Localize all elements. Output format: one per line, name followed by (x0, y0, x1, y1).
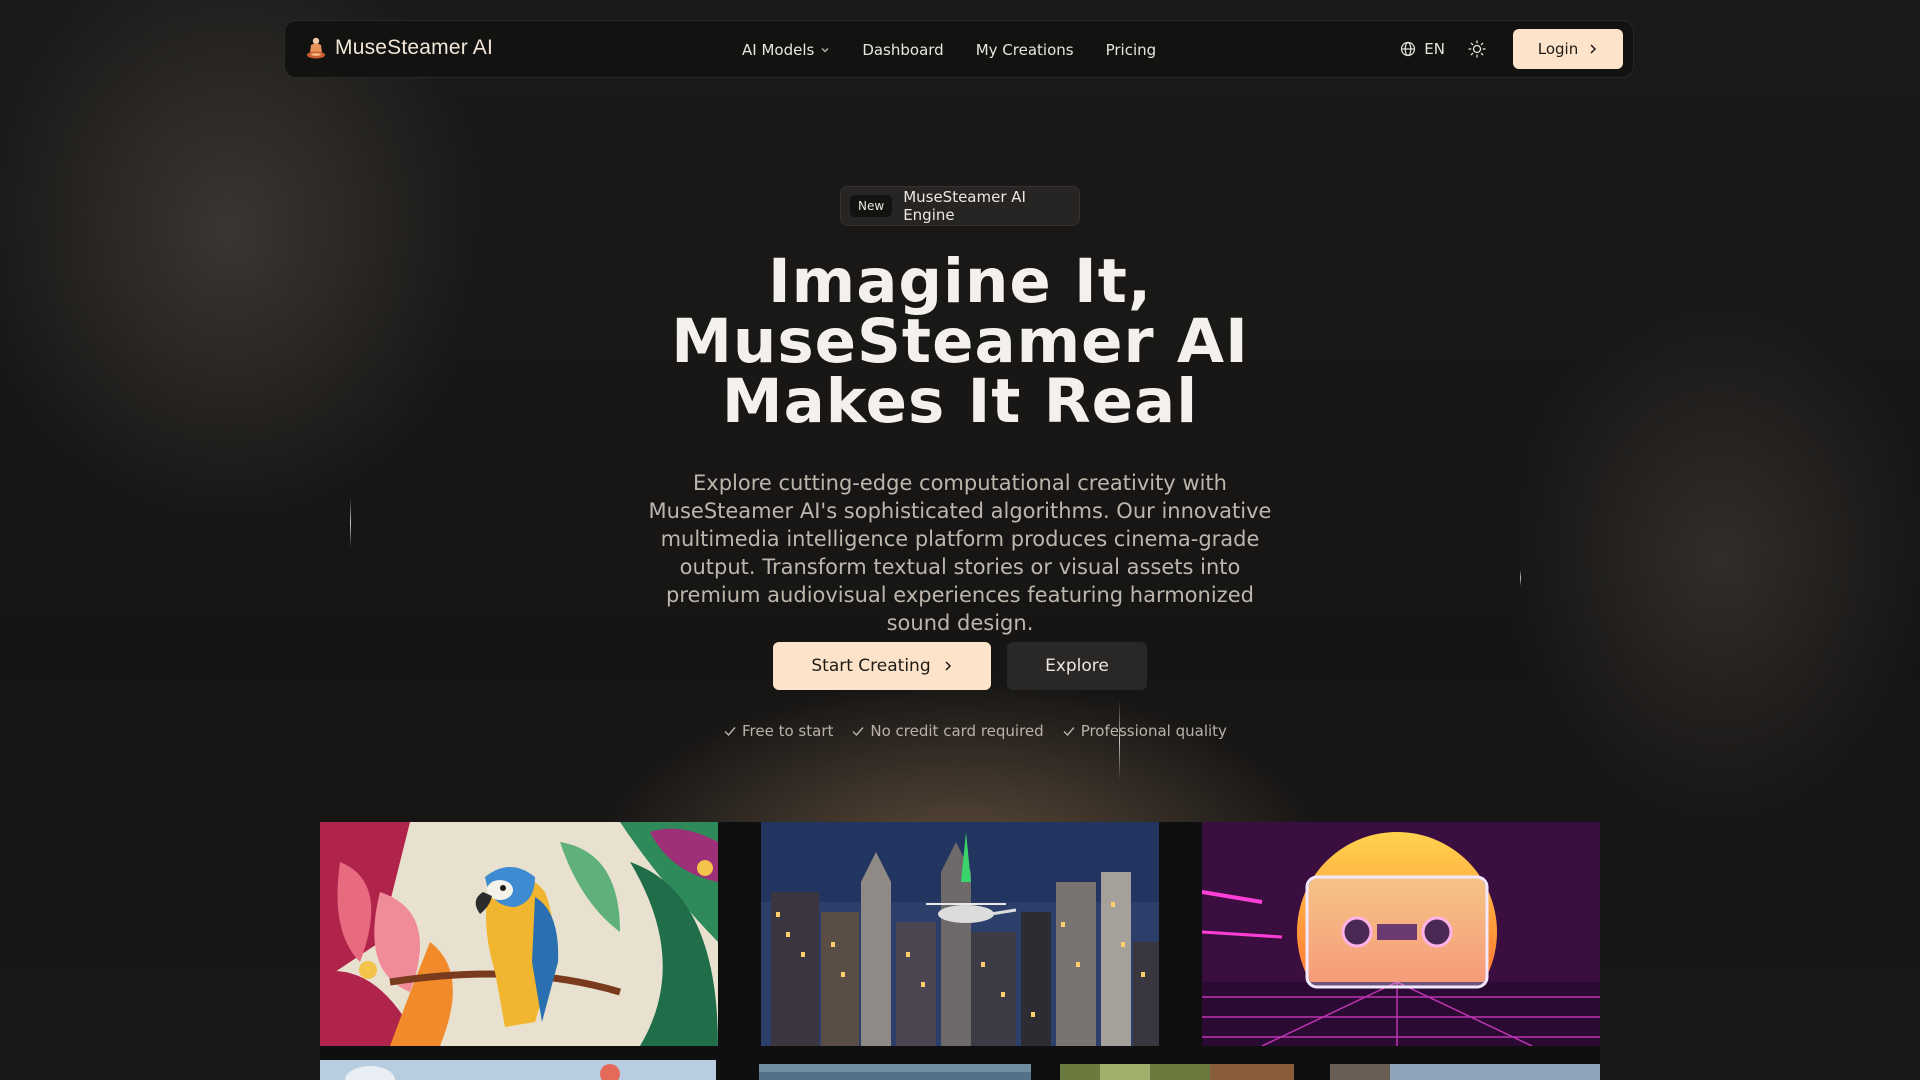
headline-line: MuseSteamer AI (671, 306, 1249, 377)
feature-label: No credit card required (870, 722, 1044, 740)
nav-dashboard-label: Dashboard (862, 41, 944, 59)
lake-scene-image (759, 1064, 1031, 1080)
feature-label: Free to start (742, 722, 834, 740)
start-creating-button[interactable]: Start Creating (773, 642, 991, 690)
globe-icon (1401, 41, 1416, 57)
chevron-right-icon (1590, 44, 1597, 54)
decorative-line (350, 498, 351, 548)
nav-pricing-label: Pricing (1105, 41, 1157, 59)
check-icon (852, 727, 864, 737)
chevron-down-icon (821, 48, 829, 53)
top-navbar: MuseSteamer AI AI Models Dashboard My Cr… (284, 20, 1634, 78)
gallery-tile-parrot[interactable] (320, 822, 718, 1046)
language-label: EN (1424, 40, 1445, 58)
login-label: Login (1537, 40, 1579, 58)
nav-my-creations-label: My Creations (975, 41, 1074, 59)
nav-actions: EN Login (1400, 29, 1623, 69)
headline-line: Imagine It, (767, 246, 1153, 317)
parrot-illustration-image (320, 822, 718, 1046)
city-skyline-image (761, 822, 1159, 1046)
gallery-tile-cassette[interactable] (1202, 822, 1600, 1046)
feature-item: No credit card required (851, 722, 1044, 740)
gallery-tile-city[interactable] (761, 822, 1159, 1046)
brand-name: MuseSteamer AI (335, 36, 494, 59)
sky-scene-image (320, 1060, 716, 1080)
decorative-line (1119, 700, 1120, 780)
start-creating-label: Start Creating (811, 656, 931, 676)
feature-item: Free to start (723, 722, 833, 740)
hero-headline: Imagine It, MuseSteamer AI Makes It Real (460, 246, 1460, 437)
announcement-badge[interactable]: New MuseSteamer AI Engine (840, 186, 1080, 226)
nav-my-creations[interactable]: My Creations (976, 41, 1074, 59)
explore-label: Explore (1045, 656, 1109, 676)
nav-dashboard[interactable]: Dashboard (862, 41, 943, 59)
badge-text: MuseSteamer AI Engine (903, 188, 1026, 224)
login-button[interactable]: Login (1513, 29, 1623, 69)
check-icon (724, 727, 736, 737)
chevron-right-icon (945, 661, 951, 671)
showcase-gallery (320, 822, 1600, 1080)
decorative-line (1520, 570, 1521, 586)
logo-icon (307, 37, 325, 59)
headline-line: Makes It Real (721, 366, 1199, 437)
explore-button[interactable]: Explore (1007, 642, 1147, 690)
sun-icon[interactable] (1467, 39, 1487, 59)
hero-subtitle: Explore cutting-edge computational creat… (648, 471, 1272, 635)
feature-item: Professional quality (1062, 722, 1227, 740)
feature-checklist: Free to start No credit card required Pr… (723, 722, 1227, 740)
retro-cassette-image (1202, 822, 1600, 1046)
feature-label: Professional quality (1080, 722, 1227, 740)
forest-scene-image (1060, 1064, 1294, 1080)
gallery-tile-forest[interactable] (1060, 1064, 1294, 1080)
gallery-tile-sky[interactable] (320, 1060, 716, 1080)
gallery-tile-lake[interactable] (759, 1064, 1031, 1080)
check-icon (1063, 727, 1075, 737)
brand[interactable]: MuseSteamer AI (305, 35, 493, 61)
language-selector[interactable]: EN (1400, 40, 1445, 58)
gallery-tile-mountain[interactable] (1330, 1064, 1600, 1080)
nav-links: AI Models Dashboard My Creations Pricing (742, 21, 1156, 79)
nav-ai-models-label: AI Models (742, 41, 815, 59)
badge-new-tag: New (850, 195, 893, 217)
nav-ai-models[interactable]: AI Models (742, 41, 830, 59)
nav-pricing[interactable]: Pricing (1106, 41, 1157, 59)
mountain-scene-image (1330, 1064, 1600, 1080)
